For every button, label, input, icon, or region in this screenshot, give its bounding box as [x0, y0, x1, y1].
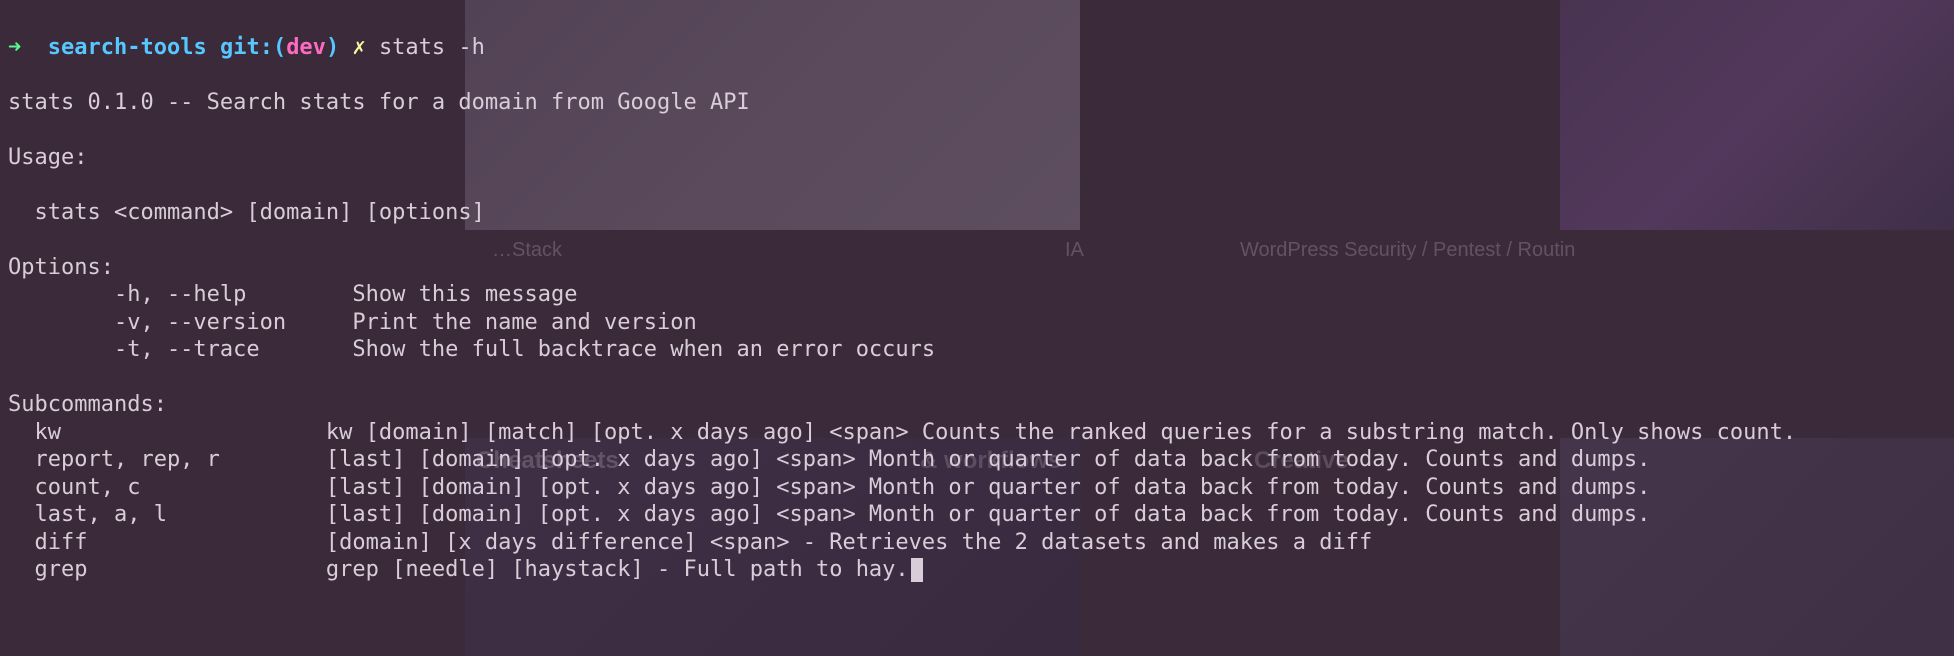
output-option-help: -h, --help Show this message	[8, 282, 578, 307]
prompt-paren-close: )	[326, 35, 339, 60]
output-option-version: -v, --version Print the name and version	[8, 310, 697, 335]
output-subcommand-last: last, a, l [last] [domain] [opt. x days …	[8, 502, 1650, 527]
output-option-trace: -t, --trace Show the full backtrace when…	[8, 337, 935, 362]
prompt-branch: dev	[286, 35, 326, 60]
prompt-git-label: git:	[220, 35, 273, 60]
prompt-arrow-icon: ➜	[8, 35, 21, 60]
output-subcommand-kw: kw kw [domain] [match] [opt. x days ago]…	[8, 420, 1796, 445]
prompt-directory: search-tools	[48, 35, 207, 60]
output-header: stats 0.1.0 -- Search stats for a domain…	[8, 90, 750, 115]
cursor-icon	[911, 558, 923, 582]
prompt-paren-open: (	[273, 35, 286, 60]
output-subcommand-grep: grep grep [needle] [haystack] - Full pat…	[8, 557, 909, 582]
output-subcommand-count: count, c [last] [domain] [opt. x days ag…	[8, 475, 1650, 500]
output-subcommands-label: Subcommands:	[8, 392, 167, 417]
output-subcommand-diff: diff [domain] [x days difference] <span>…	[8, 530, 1372, 555]
output-usage-label: Usage:	[8, 145, 87, 170]
prompt-dirty-icon: ✗	[352, 35, 365, 60]
prompt-line: ➜ search-tools git:(dev) ✗ stats -h	[8, 34, 1946, 62]
prompt-command: stats -h	[379, 35, 485, 60]
output-subcommand-report: report, rep, r [last] [domain] [opt. x d…	[8, 447, 1650, 472]
terminal-output[interactable]: ➜ search-tools git:(dev) ✗ stats -h stat…	[0, 0, 1954, 590]
output-usage-line: stats <command> [domain] [options]	[8, 200, 485, 225]
output-options-label: Options:	[8, 255, 114, 280]
